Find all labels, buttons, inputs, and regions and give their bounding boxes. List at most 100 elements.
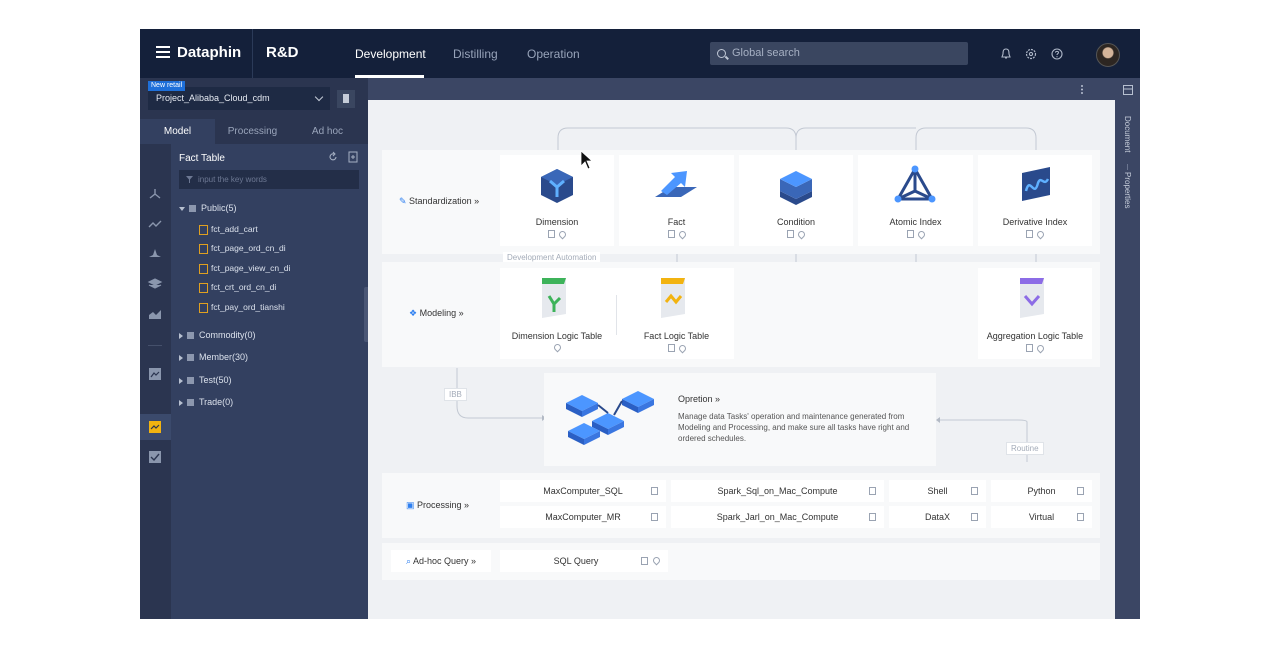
doc-icon[interactable] <box>667 344 675 352</box>
app-window: Dataphin R&D Development Distilling Oper… <box>140 29 1140 619</box>
user-avatar[interactable] <box>1096 43 1120 67</box>
processing-label[interactable]: ▣ Processing » <box>406 500 469 511</box>
tab-development[interactable]: Development <box>355 47 426 61</box>
pin-icon[interactable] <box>1035 229 1046 240</box>
pin-icon[interactable] <box>552 342 562 353</box>
tab-distilling[interactable]: Distilling <box>453 47 498 61</box>
network-icon[interactable] <box>148 188 162 200</box>
new-file-icon[interactable] <box>348 151 358 163</box>
logic-table-icon <box>542 278 566 318</box>
processing-cell[interactable]: Virtual <box>991 506 1092 528</box>
standardization-label[interactable]: ✎ Standardization » <box>399 196 479 207</box>
cursor-icon <box>580 150 594 170</box>
doc-icon[interactable] <box>651 487 658 495</box>
menu-icon[interactable] <box>156 46 170 58</box>
doc-icon[interactable] <box>1026 344 1033 352</box>
tree-file[interactable]: fct_page_view_cn_di <box>199 261 290 275</box>
chart-icon[interactable] <box>148 421 162 433</box>
gear-icon[interactable] <box>1025 48 1037 60</box>
sql-query-cell[interactable]: SQL Query <box>500 550 668 572</box>
trend-icon[interactable] <box>148 218 162 230</box>
card-dimension-logic-table[interactable]: Dimension Logic Table <box>500 268 614 359</box>
tree-file[interactable]: fct_crt_ord_cn_di <box>199 280 276 294</box>
tree-file[interactable]: fct_add_cart <box>199 222 258 236</box>
refresh-icon[interactable] <box>328 151 338 162</box>
pin-icon[interactable] <box>796 229 807 240</box>
tree-file[interactable]: fct_pay_ord_tianshi <box>199 300 285 314</box>
tab-operation[interactable]: Operation <box>527 47 580 61</box>
top-nav-bar: Dataphin R&D Development Distilling Oper… <box>140 29 1140 78</box>
doc-icon[interactable] <box>869 513 876 521</box>
bell-icon[interactable] <box>1000 48 1012 60</box>
doc-icon[interactable] <box>548 230 555 238</box>
processing-cell[interactable]: Spark_Sql_on_Mac_Compute <box>671 480 884 502</box>
processing-cell[interactable]: MaxComputer_MR <box>500 506 666 528</box>
global-search-input[interactable]: Global search <box>710 42 968 65</box>
plane-icon[interactable] <box>148 248 162 260</box>
doc-icon[interactable] <box>651 513 658 521</box>
card-fact-logic-table[interactable]: Fact Logic Table <box>619 268 734 359</box>
filter-input[interactable]: input the key words <box>179 170 359 189</box>
pin-icon[interactable] <box>557 229 568 240</box>
card-derivative-index[interactable]: Derivative Index <box>978 155 1092 246</box>
project-action-button[interactable] <box>337 90 355 108</box>
tree-folder-test[interactable]: Test(50) <box>179 373 232 387</box>
doc-icon[interactable] <box>971 513 978 521</box>
operation-box[interactable]: Opretion » Manage data Tasks' operation … <box>544 373 936 466</box>
processing-cell[interactable]: Shell <box>889 480 986 502</box>
icon-rail <box>140 78 171 619</box>
folder-icon <box>187 332 194 340</box>
card-fact[interactable]: Fact <box>619 155 734 246</box>
document-tab[interactable]: Document <box>1123 116 1132 152</box>
tree-folder-public[interactable]: Public(5) <box>179 201 237 215</box>
tab-adhoc[interactable]: Ad hoc <box>290 119 365 144</box>
doc-icon[interactable] <box>667 230 675 238</box>
arrow-up-icon <box>655 171 697 197</box>
pin-icon[interactable] <box>916 229 926 240</box>
modeling-label[interactable]: ❖ Modeling » <box>409 308 464 319</box>
panel-toggle-icon[interactable] <box>1123 85 1133 95</box>
tree-folder-trade[interactable]: Trade(0) <box>179 395 233 409</box>
card-dimension[interactable]: Dimension <box>500 155 614 246</box>
card-label: Condition <box>776 217 816 227</box>
tree-file[interactable]: fct_page_ord_cn_di <box>199 241 286 255</box>
more-icon[interactable] <box>1080 84 1084 95</box>
pin-icon[interactable] <box>677 229 687 240</box>
image-icon[interactable] <box>148 368 162 380</box>
tree-folder-member[interactable]: Member(30) <box>179 350 248 364</box>
area-chart-icon[interactable] <box>148 308 162 320</box>
adhoc-query-label[interactable]: ⌕ Ad-hoc Query » <box>391 550 491 572</box>
doc-icon[interactable] <box>1026 230 1033 238</box>
card-atomic-index[interactable]: Atomic Index <box>858 155 973 246</box>
doc-icon[interactable] <box>1077 513 1084 521</box>
caret-down-icon <box>179 206 185 211</box>
canvas-toolbar <box>368 78 1115 100</box>
doc-icon[interactable] <box>641 557 648 565</box>
tab-processing[interactable]: Processing <box>215 119 290 144</box>
doc-icon[interactable] <box>787 230 794 238</box>
card-condition[interactable]: Condition <box>739 155 853 246</box>
card-actions <box>978 343 1092 354</box>
help-icon[interactable] <box>1051 48 1063 60</box>
processing-cell[interactable]: DataX <box>889 506 986 528</box>
doc-icon[interactable] <box>1077 487 1084 495</box>
processing-cell[interactable]: Spark_Jarl_on_Mac_Compute <box>671 506 884 528</box>
layers-icon[interactable] <box>147 278 163 290</box>
logic-table-icon <box>661 278 685 318</box>
card-actions <box>500 342 614 353</box>
tab-model[interactable]: Model <box>140 119 215 144</box>
doc-icon[interactable] <box>971 487 978 495</box>
card-aggregation-logic-table[interactable]: Aggregation Logic Table <box>978 268 1092 359</box>
checklist-icon[interactable] <box>148 451 162 463</box>
properties-tab[interactable]: Properties <box>1123 172 1132 208</box>
processing-cell[interactable]: Python <box>991 480 1092 502</box>
pin-icon[interactable] <box>677 343 687 354</box>
pin-icon[interactable] <box>1035 343 1046 354</box>
processing-cell[interactable]: MaxComputer_SQL <box>500 480 666 502</box>
doc-icon[interactable] <box>869 487 876 495</box>
pin-icon[interactable] <box>651 555 662 566</box>
doc-icon[interactable] <box>906 230 914 238</box>
double-chevron-icon: » <box>468 556 477 566</box>
tree-folder-commodity[interactable]: Commodity(0) <box>179 328 256 342</box>
processing-icon: ▣ <box>406 500 418 510</box>
